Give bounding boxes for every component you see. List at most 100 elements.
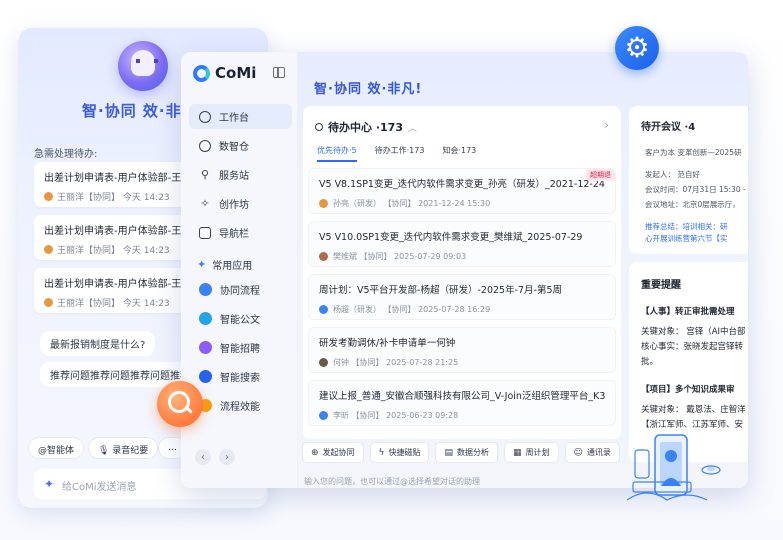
sidebar-item-label: 数智仓 (219, 142, 249, 153)
meeting-line: 会议时间：07月31日 15:30 - (645, 185, 746, 194)
app-icon (199, 283, 212, 296)
contacts-icon: ☺ (573, 447, 583, 458)
todo-item[interactable]: 建议上报_普通_安徽合顺强科技有限公司_V-Join泛组织管理平台_K3025.… (308, 380, 616, 426)
reminder-heading[interactable]: 【人事】转正审批需处理 (641, 305, 735, 317)
chevron-left-icon[interactable]: ‹ (195, 449, 211, 465)
tab-notify[interactable]: 知会·173 (442, 145, 476, 162)
sidebar-collapse-icon[interactable] (273, 67, 285, 78)
grid-icon (199, 226, 211, 239)
todo-item-meta: 樊维斌 【协同】 2025-07-29 09:03 (333, 252, 467, 261)
chevron-right-icon[interactable]: › (219, 449, 235, 465)
meeting-line: 会议地址：北京0层展示厅， (645, 200, 740, 209)
search-icon: ⚲ (200, 168, 210, 181)
data-analysis-button[interactable]: ▤ 数据分析 (435, 442, 498, 463)
sidebar-item-service-station[interactable]: ⚲ 服务站 (189, 162, 292, 187)
sidebar: CoMi 工作台 数智仓 ⚲ 服务站 ✧ 创作坊 导航栏 ✦ 常用应用 协同流程… (181, 52, 298, 488)
avatar (44, 192, 53, 201)
sidebar-item-data-warehouse[interactable]: 数智仓 (189, 133, 292, 158)
search-icon[interactable] (157, 381, 203, 427)
sidebar-app-collab-flow[interactable]: 协同流程 (189, 277, 292, 302)
todo-icon (315, 123, 323, 131)
urgent-todo-meta: 王丽洋【协同】 今天 14:23 (57, 246, 170, 256)
calendar-icon: ▦ (513, 447, 522, 458)
pending-meetings-panel: 待开会议 ·4 客户为本 变革创新—2025研 发起人： 范自好 会议时间：07… (629, 106, 748, 254)
sidebar-item-label: 服务站 (219, 171, 249, 182)
logo: CoMi (193, 64, 256, 82)
todo-center-title[interactable]: 待办中心 ·173 ︿ (315, 119, 417, 135)
sparkle-icon: ✦ (44, 477, 55, 491)
mic-icon: 🎙 (98, 446, 113, 456)
chevron-right-icon[interactable]: › (604, 118, 609, 132)
chat-input[interactable]: 输入您的问题，也可以通过@选择希望对话的助理 (304, 476, 480, 487)
quick-tools: ⊕ 发起协同 ϟ 快捷磁贴 ▤ 数据分析 ▦ 周计划 ☺ 通讯录 (302, 442, 620, 463)
assistant-slogan: 智·协同 效·非 (82, 102, 182, 120)
suggested-question[interactable]: 最新报销制度是什么? (40, 331, 156, 356)
sidebar-item-label: 协同流程 (220, 286, 260, 297)
sidebar-item-creation[interactable]: ✧ 创作坊 (189, 191, 292, 216)
chart-icon (199, 139, 211, 152)
todo-item-meta: 李昕 【协同】 2025-06-23 09:28 (333, 411, 459, 420)
todo-item-title: 研发考勤调休/补卡申请单一何钟 (319, 338, 456, 349)
reminder-line: 批。 (641, 357, 659, 367)
sidebar-app-smart-docs[interactable]: 智能公文 (189, 306, 292, 331)
sidebar-app-smart-search[interactable]: 智能搜索 (189, 364, 292, 389)
todo-item-meta: 何钟 【协同】 2025-07-28 21:25 (333, 358, 459, 367)
tab-priority-todo[interactable]: 优先待办·5 (317, 145, 357, 162)
app-icon (199, 312, 212, 325)
avatar (319, 199, 328, 208)
avatar (319, 411, 328, 420)
sidebar-app-process-efficiency[interactable]: 流程效能 (189, 393, 292, 418)
todo-item[interactable]: V5 V8.1SP1变更_迭代内软件需求变更_孙亮（研发）_2021-12-24… (308, 168, 616, 214)
sidebar-item-label: 智能招聘 (220, 344, 260, 355)
recording-chip[interactable]: 🎙 录音纪要 (88, 437, 159, 459)
todo-item-title: V5 V8.1SP1变更_迭代内软件需求变更_孙亮（研发）_2021-12-24 (319, 179, 605, 190)
chart-icon: ▤ (444, 447, 453, 458)
reminder-line: 【浙江军师、江苏军师、安 (641, 420, 744, 430)
sidebar-item-label: 工作台 (219, 113, 249, 124)
todo-center-panel: 待办中心 ·173 ︿ › 优先待办·5 待办工作·173 知会·173 V5 … (303, 106, 621, 439)
main-content: 智·协同 效·非凡! 待办中心 ·173 ︿ › 优先待办·5 待办工作·173… (298, 52, 748, 488)
reminder-heading[interactable]: 【项目】多个知识成果审 (641, 383, 735, 395)
todo-item[interactable]: 周计划：V5平台开发部-杨超（研发）-2025年-7月-第5周 杨超（研发） 【… (308, 274, 616, 320)
sidebar-item-navigation[interactable]: 导航栏 (189, 220, 292, 245)
todo-item-title: V5 V10.0SP1变更_迭代内软件需求变更_樊维斌_2025-07-29 (319, 232, 583, 243)
sidebar-item-label: 导航栏 (219, 229, 249, 240)
meeting-summary-link[interactable]: 推荐总结：培训相关：研 (645, 221, 728, 232)
star-icon: ✦ (197, 258, 207, 271)
weekly-plan-button[interactable]: ▦ 周计划 (504, 442, 559, 463)
sidebar-app-smart-recruit[interactable]: 智能招聘 (189, 335, 292, 360)
urgent-todo-heading: 急需处理待办: (34, 149, 98, 160)
hero-slogan: 智·协同 效·非凡! (314, 82, 423, 97)
collab-icon: ⊕ (311, 447, 319, 458)
todo-item[interactable]: 研发考勤调休/补卡申请单一何钟 何钟 【协同】 2025-07-28 21:25 (308, 327, 616, 373)
agent-chip[interactable]: @智能体 (28, 437, 85, 459)
todo-item-meta: 杨超（研发） 【协同】 2025-07-28 16:29 (333, 305, 491, 314)
avatar (44, 245, 53, 254)
gear-icon[interactable]: ⚙ (615, 26, 659, 70)
sidebar-item-workbench[interactable]: 工作台 (189, 104, 292, 129)
todo-item-title: 建议上报_普通_安徽合顺强科技有限公司_V-Join泛组织管理平台_K3025.… (319, 391, 605, 402)
sidebar-item-label: 流程效能 (220, 402, 260, 413)
phone-illustration-icon (626, 434, 721, 501)
avatar (319, 305, 328, 314)
sidebar-item-label: 创作坊 (219, 200, 249, 211)
todo-tabs: 优先待办·5 待办工作·173 知会·173 (317, 145, 476, 162)
sidebar-pager: ‹ › (195, 449, 235, 465)
quick-tile-button[interactable]: ϟ 快捷磁贴 (369, 442, 430, 463)
magic-icon: ✧ (200, 197, 210, 210)
reminder-line: 关键对象： 戴恩法、庄智洋 (641, 405, 746, 415)
todo-item[interactable]: V5 V10.0SP1变更_迭代内软件需求变更_樊维斌_2025-07-29 樊… (308, 221, 616, 267)
tab-todo-work[interactable]: 待办工作·173 (375, 145, 425, 162)
avatar (319, 358, 328, 367)
reminder-line: 核心事实：张晓发起宫铎转 (641, 342, 744, 352)
meeting-line: 发起人： 范自好 (645, 170, 700, 179)
main-window: CoMi 工作台 数智仓 ⚲ 服务站 ✧ 创作坊 导航栏 ✦ 常用应用 协同流程… (181, 52, 748, 488)
status-badge: 超期退 (586, 169, 615, 181)
meetings-title[interactable]: 待开会议 ·4 (641, 118, 695, 133)
todo-item-meta: 孙亮（研发） 【协同】 2021-12-24 15:30 (333, 199, 491, 208)
contacts-button[interactable]: ☺ 通讯录 (564, 442, 620, 463)
start-collab-button[interactable]: ⊕ 发起协同 (302, 442, 364, 463)
sidebar-item-label: 智能公文 (220, 315, 260, 326)
common-apps-heading: ✦ 常用应用 (197, 258, 253, 272)
meeting-summary-link[interactable]: 心开展训练营第六节【实 (645, 233, 728, 244)
